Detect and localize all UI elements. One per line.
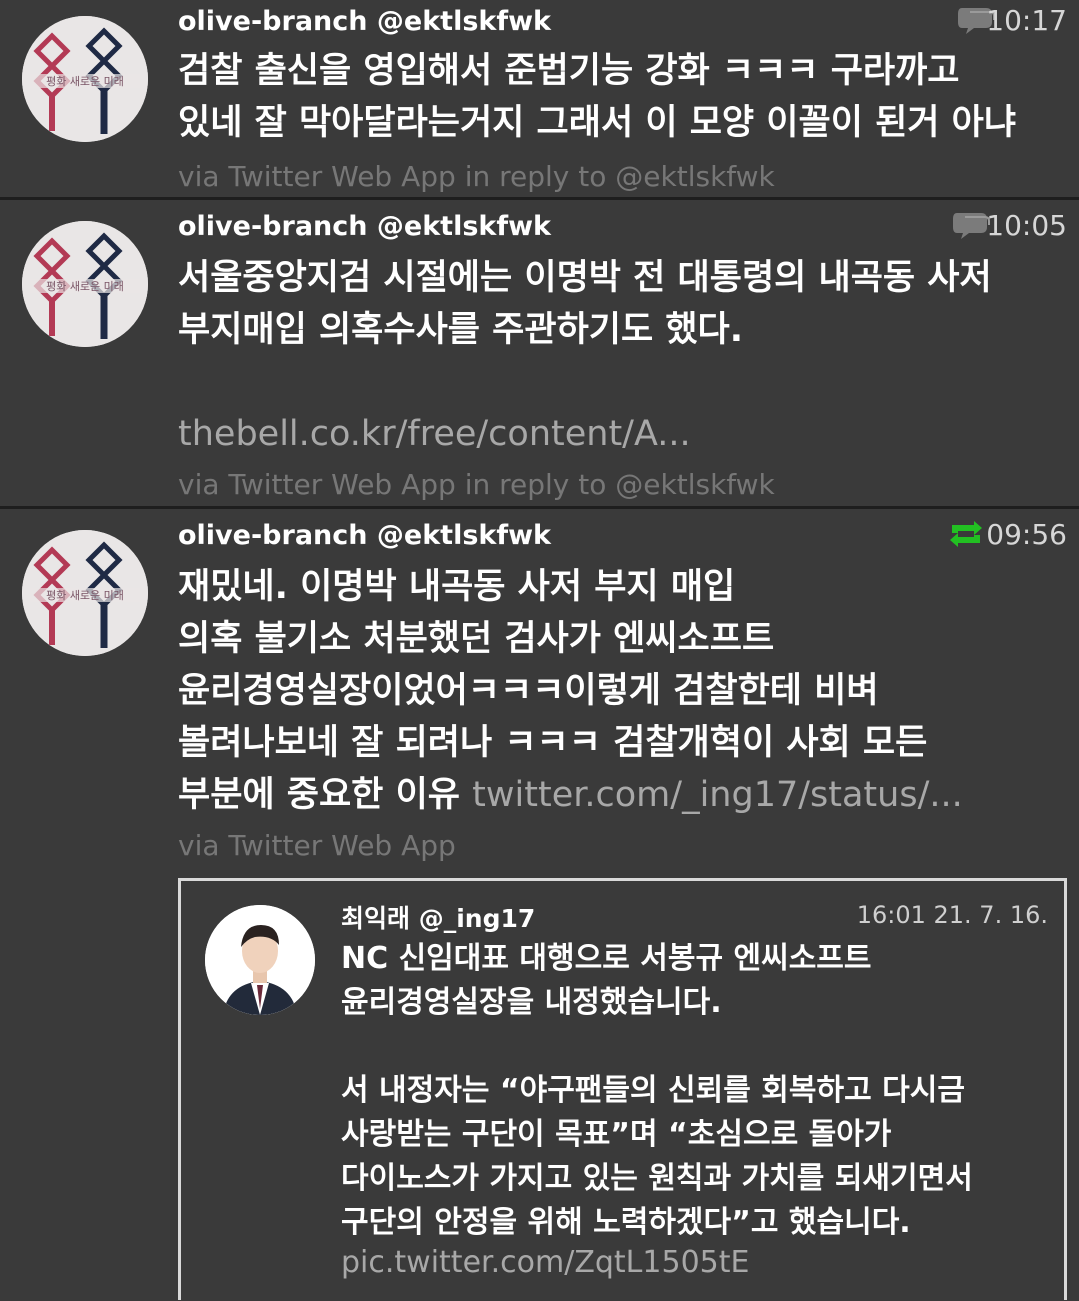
quoted-text-line: NC 신임대표 대행으로 서봉규 엔씨소프트: [341, 941, 872, 976]
quoted-text: NC 신임대표 대행으로 서봉규 엔씨소프트 윤리경영실장을 내정했습니다. 서…: [341, 937, 1044, 1245]
avatar[interactable]: 평화 새로운 미래: [22, 221, 148, 347]
avatar[interactable]: 평화 새로운 미래: [22, 530, 148, 656]
tweet-text-line: 검찰 출신을 영입해서 준법기능 강화 ㅋㅋㅋ 구라까고: [178, 51, 960, 91]
quoted-text-line: 서 내정자는 “야구팬들의 신뢰를 회복하고 다시금: [341, 1073, 965, 1108]
tweet-time: 10:17: [986, 4, 1067, 37]
tweet-link[interactable]: twitter.com/_ing17/status/...: [472, 775, 963, 815]
quoted-time: 16:01 21. 7. 16.: [856, 901, 1048, 929]
tweet-text-line: 부지매입 의혹수사를 주관하기도 했다.: [178, 310, 744, 350]
tweet-text: 재밌네. 이명박 내곡동 사저 부지 매입 의혹 불기소 처분했던 검사가 엔씨…: [178, 561, 1069, 821]
via-source[interactable]: via Twitter Web App: [178, 829, 456, 862]
quoted-text-line: 윤리경영실장을 내정했습니다.: [341, 985, 722, 1020]
quoted-text-line: 다이노스가 가지고 있는 원칙과 가치를 되새기면서: [341, 1161, 973, 1196]
tweet-text-line: 의혹 불기소 처분했던 검사가 엔씨소프트: [178, 619, 775, 659]
via-source[interactable]: via Twitter Web App in reply to @ektlskf…: [178, 160, 775, 193]
tweet-text: 검찰 출신을 영입해서 준법기능 강화 ㅋㅋㅋ 구라까고 있네 잘 막아달라는거…: [178, 45, 1069, 149]
retweet-icon: [950, 521, 982, 547]
quoted-tweet[interactable]: 최익래 @_ing17 16:01 21. 7. 16. NC 신임대표 대행으…: [178, 878, 1067, 1300]
tweet-time: 09:56: [986, 518, 1067, 551]
tweet-text: 서울중앙지검 시절에는 이명박 전 대통령의 내곡동 사저 부지매입 의혹수사를…: [178, 252, 1069, 460]
quoted-avatar[interactable]: [205, 905, 315, 1015]
tweet-text-line: 서울중앙지검 시절에는 이명박 전 대통령의 내곡동 사저: [178, 258, 992, 298]
quoted-text-line: 사랑받는 구단이 목표”며 “초심으로 돌아가: [341, 1117, 892, 1152]
svg-text:평화 새로운 미래: 평화 새로운 미래: [46, 280, 124, 293]
tweet-text-line: 부분에 중요한 이유: [178, 775, 460, 815]
quoted-author[interactable]: 최익래 @_ing17: [341, 899, 535, 935]
reply-bubble-icon: [953, 213, 990, 239]
tweet[interactable]: 평화 새로운 미래 olive-branch @ektlskfwk 10:05 …: [0, 200, 1079, 506]
tweet[interactable]: 평화 새로운 미래 olive-branch @ektlskfwk 10:17 …: [0, 0, 1079, 197]
tweet-author[interactable]: olive-branch @ektlskfwk: [178, 520, 551, 551]
tweet-text-line: 재밌네. 이명박 내곡동 사저 부지 매입: [178, 567, 736, 607]
tweet-author[interactable]: olive-branch @ektlskfwk: [178, 211, 551, 242]
avatar[interactable]: 평화 새로운 미래: [22, 16, 148, 142]
svg-text:평화 새로운 미래: 평화 새로운 미래: [46, 589, 124, 602]
tweet-text-line: 윤리경영실장이었어ㅋㅋㅋ이렇게 검찰한테 비벼: [178, 671, 879, 711]
tweet-time: 10:05: [986, 209, 1067, 242]
quoted-pic-link[interactable]: pic.twitter.com/ZqtL1505tE: [341, 1245, 749, 1280]
tweet-author[interactable]: olive-branch @ektlskfwk: [178, 6, 551, 37]
tweet-text-line: 있네 잘 막아달라는거지 그래서 이 모양 이꼴이 된거 아냐: [178, 103, 1017, 143]
tweet-text-line: 볼려나보네 잘 되려나 ㅋㅋㅋ 검찰개혁이 사회 모든: [178, 723, 928, 763]
tweet-link[interactable]: thebell.co.kr/free/content/A...: [178, 408, 1069, 460]
via-source[interactable]: via Twitter Web App in reply to @ektlskf…: [178, 468, 775, 501]
svg-text:평화 새로운 미래: 평화 새로운 미래: [46, 75, 124, 88]
quoted-text-line: 구단의 안정을 위해 노력하겠다”고 했습니다.: [341, 1205, 911, 1240]
tweet[interactable]: 평화 새로운 미래 olive-branch @ektlskfwk 09:56 …: [0, 509, 1079, 1301]
